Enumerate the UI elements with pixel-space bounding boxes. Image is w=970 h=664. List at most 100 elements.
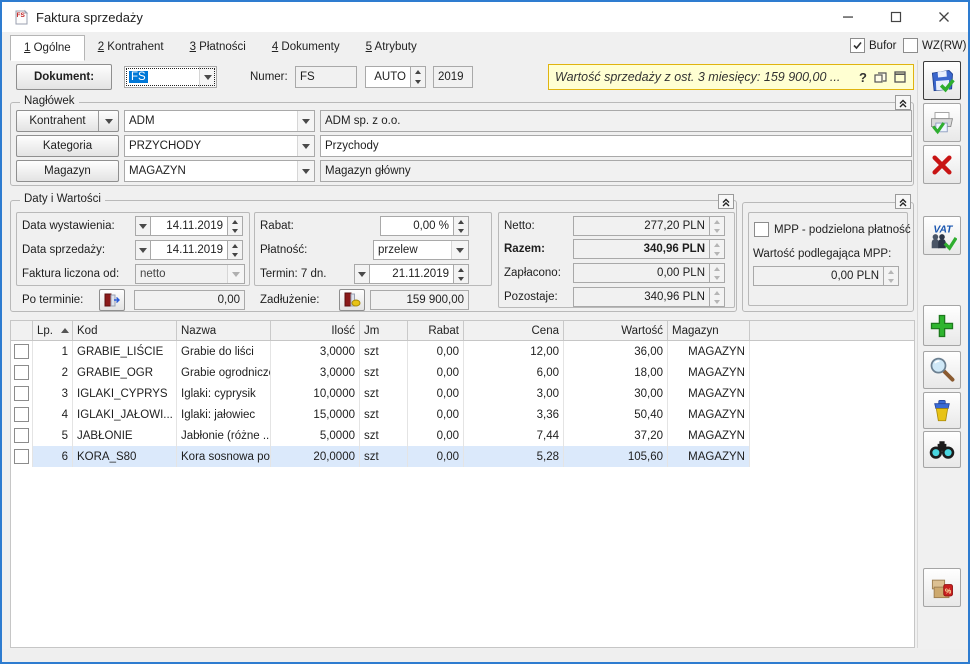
platnosc-dropdown[interactable]: [451, 241, 468, 259]
tab-platnosci[interactable]: 3 Płatności: [177, 35, 259, 59]
column-header-jm[interactable]: Jm: [360, 321, 408, 340]
document-type-dropdown[interactable]: [199, 67, 216, 87]
platnosc-label: Płatność:: [260, 240, 307, 260]
row-checkbox[interactable]: [14, 449, 29, 464]
kontrahent-code-dropdown[interactable]: [297, 111, 314, 131]
pozostaje-label: Pozostaje:: [504, 287, 558, 307]
edit-item-button[interactable]: [923, 351, 961, 389]
delete-item-button[interactable]: [923, 392, 961, 429]
row-checkbox[interactable]: [14, 428, 29, 443]
close-button[interactable]: [922, 2, 966, 32]
tab-strip: 1 Ogólne 2 Kontrahent 3 Płatności 4 Doku…: [10, 35, 430, 61]
naglowek-collapse-button[interactable]: [895, 95, 911, 110]
table-row[interactable]: 6KORA_S80Kora sosnowa po...20,0000szt0,0…: [11, 446, 914, 467]
netto-spinner: [710, 216, 725, 236]
po-terminie-label: Po terminie:: [22, 290, 83, 310]
print-button[interactable]: [923, 103, 961, 142]
kontrahent-button-label: Kontrahent: [17, 115, 98, 127]
issue-date-spinner[interactable]: [228, 216, 243, 236]
column-header-lp[interactable]: Lp.: [33, 321, 73, 340]
banner-restore-icon[interactable]: [873, 70, 888, 84]
kontrahent-dropdown[interactable]: [98, 111, 118, 131]
add-item-button[interactable]: [923, 305, 961, 346]
cell-cena: 12,00: [464, 341, 564, 362]
discount-button[interactable]: %: [923, 568, 961, 607]
rabat-field[interactable]: 0,00 %: [380, 216, 454, 236]
banner-maximize-icon[interactable]: [893, 70, 907, 84]
termin-date-spinner[interactable]: [454, 264, 469, 284]
zadluzenie-button[interactable]: [339, 289, 365, 311]
kategoria-code-combo[interactable]: PRZYCHODY: [124, 135, 315, 157]
tab-ogolne[interactable]: 1 Ogólne: [10, 35, 85, 61]
kontrahent-button[interactable]: Kontrahent: [16, 110, 119, 132]
tab-atrybuty[interactable]: 5 Atrybuty: [353, 35, 430, 59]
column-header-rabat[interactable]: Rabat: [408, 321, 464, 340]
maximize-button[interactable]: [874, 2, 918, 32]
table-row[interactable]: 4IGLAKI_JAŁOWI...Iglaki: jałowiec15,0000…: [11, 404, 914, 425]
dokument-button[interactable]: Dokument:: [16, 64, 112, 90]
vat-button[interactable]: VAT: [923, 216, 961, 255]
mpp-checkbox[interactable]: MPP - podzielona płatność: [754, 222, 911, 237]
rabat-spinner[interactable]: [454, 216, 469, 236]
table-row[interactable]: 2GRABIE_OGRGrabie ogrodnicze3,0000szt0,0…: [11, 362, 914, 383]
find-item-button[interactable]: [923, 431, 961, 468]
cancel-button[interactable]: [923, 145, 961, 184]
banner-help[interactable]: ?: [859, 70, 867, 85]
row-checkbox[interactable]: [14, 365, 29, 380]
kategoria-code: PRZYCHODY: [129, 140, 201, 152]
wz-checkbox-box[interactable]: [903, 38, 918, 53]
sale-date-field[interactable]: 14.11.2019: [150, 240, 228, 260]
bufor-checkbox[interactable]: Bufor: [850, 38, 897, 53]
kontrahent-code-combo[interactable]: ADM: [124, 110, 315, 132]
daty-collapse-button[interactable]: [718, 194, 734, 209]
termin-date-dropdown[interactable]: [354, 264, 369, 284]
numer-number-field[interactable]: AUTO: [365, 66, 411, 88]
tab-dokumenty[interactable]: 4 Dokumenty: [259, 35, 353, 59]
tab-kontrahent[interactable]: 2 Kontrahent: [85, 35, 177, 59]
wz-checkbox[interactable]: WZ(RW): [903, 38, 967, 53]
kategoria-name-field[interactable]: Przychody: [320, 135, 912, 157]
table-row[interactable]: 5JABŁONIEJabłonie (różne ...5,0000szt0,0…: [11, 425, 914, 446]
issue-date-field[interactable]: 14.11.2019: [150, 216, 228, 236]
issue-date-dropdown[interactable]: [135, 216, 150, 236]
mpp-checkbox-box[interactable]: [754, 222, 769, 237]
kategoria-code-dropdown[interactable]: [297, 136, 314, 156]
sale-date-dropdown[interactable]: [135, 240, 150, 260]
po-terminie-button[interactable]: [99, 289, 125, 311]
magazyn-code-combo[interactable]: MAGAZYN: [124, 160, 315, 182]
window-footer: [2, 649, 968, 662]
cell-nazwa: Iglaki: cyprysik: [177, 383, 271, 404]
cell-ilosc: 5,0000: [271, 425, 360, 446]
row-checkbox[interactable]: [14, 344, 29, 359]
document-type-combo[interactable]: FS: [124, 66, 217, 88]
column-header-kod[interactable]: Kod: [73, 321, 177, 340]
cell-lp: 6: [33, 446, 73, 467]
table-row[interactable]: 3IGLAKI_CYPRYSIglaki: cyprysik10,0000szt…: [11, 383, 914, 404]
platnosc-combo[interactable]: przelew: [373, 240, 469, 260]
minimize-button[interactable]: [826, 2, 870, 32]
bufor-checkbox-box[interactable]: [850, 38, 865, 53]
kategoria-button[interactable]: Kategoria: [16, 135, 119, 157]
magazyn-button[interactable]: Magazyn: [16, 160, 119, 182]
termin-date-field[interactable]: 21.11.2019: [369, 264, 454, 284]
cell-ilosc: 3,0000: [271, 341, 360, 362]
dropdown-arrow-icon: [302, 169, 310, 174]
cell-wartosc: 105,60: [564, 446, 668, 467]
sale-date-spinner[interactable]: [228, 240, 243, 260]
column-header-nazwa[interactable]: Nazwa: [177, 321, 271, 340]
cell-cena: 3,00: [464, 383, 564, 404]
column-header-cena[interactable]: Cena: [464, 321, 564, 340]
spinner-up-icon: [232, 220, 238, 224]
row-checkbox[interactable]: [14, 386, 29, 401]
column-header-magazyn[interactable]: Magazyn: [668, 321, 750, 340]
column-header-wartosc[interactable]: Wartość: [564, 321, 668, 340]
column-header-ilosc[interactable]: Ilość: [271, 321, 360, 340]
mpp-collapse-button[interactable]: [895, 194, 911, 209]
row-checkbox[interactable]: [14, 407, 29, 422]
platnosc-value: przelew: [378, 244, 418, 256]
magazyn-code-dropdown[interactable]: [297, 161, 314, 181]
cell-rabat: 0,00: [408, 341, 464, 362]
numer-spinner[interactable]: [411, 66, 426, 88]
save-button[interactable]: [923, 61, 961, 100]
table-row[interactable]: 1GRABIE_LIŚCIEGrabie do liści3,0000szt0,…: [11, 341, 914, 362]
